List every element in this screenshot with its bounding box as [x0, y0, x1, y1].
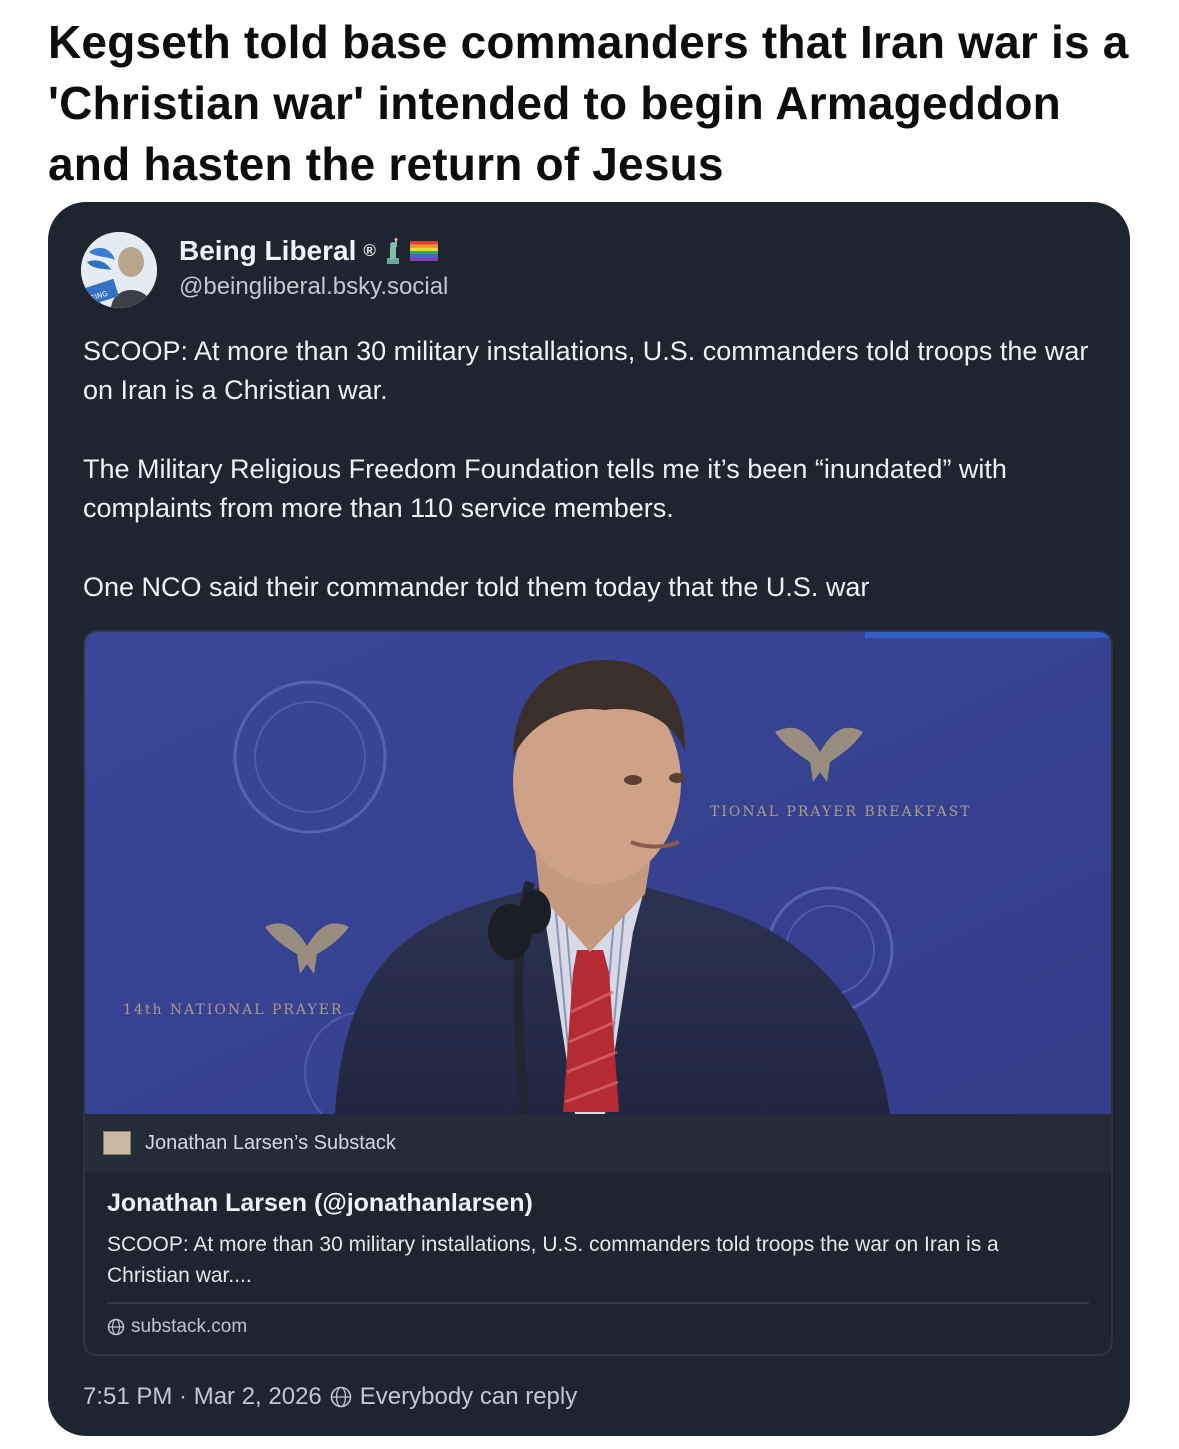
source-name: Jonathan Larsen’s Substack	[145, 1131, 396, 1154]
author-name[interactable]: Being Liberal	[179, 232, 356, 270]
link-preview-card[interactable]: 14th NATIONAL PRAYER TIONAL PRAYER BREAK…	[83, 630, 1113, 1356]
statue-of-liberty-icon	[383, 238, 403, 264]
post-paragraph: One NCO said their commander told them t…	[83, 572, 870, 602]
headline: Kegseth told base commanders that Iran w…	[48, 16, 1129, 190]
link-domain[interactable]: substack.com	[107, 1316, 247, 1338]
post-author[interactable]: Being Liberal ® @beingliberal.bsky.socia…	[179, 232, 448, 304]
link-description: SCOOP: At more than 30 military installa…	[107, 1233, 999, 1287]
link-title[interactable]: Jonathan Larsen (@jonathanlarsen)	[107, 1189, 533, 1218]
link-domain-text: substack.com	[131, 1316, 248, 1337]
post-text: SCOOP: At more than 30 military installa…	[83, 332, 1093, 647]
post-paragraph: The Military Religious Freedom Foundatio…	[83, 454, 1007, 523]
post-paragraph: SCOOP: At more than 30 military installa…	[83, 336, 1089, 405]
backdrop-text-right: TIONAL PRAYER BREAKFAST	[710, 804, 972, 820]
link-preview-image[interactable]: 14th NATIONAL PRAYER TIONAL PRAYER BREAK…	[85, 632, 1111, 1114]
registered-mark: ®	[363, 241, 376, 260]
backdrop-text-left: 14th NATIONAL PRAYER	[123, 1002, 343, 1018]
post-timestamp[interactable]: 7:51 PM · Mar 2, 2026	[83, 1383, 322, 1411]
post-card[interactable]: BEING Being Liberal ® @beingliberal.bsky…	[48, 202, 1130, 1436]
globe-icon	[107, 1318, 125, 1336]
divider	[107, 1302, 1089, 1304]
rainbow-flag-icon	[409, 241, 438, 261]
author-handle[interactable]: @beingliberal.bsky.social	[179, 270, 448, 304]
link-source-bar[interactable]: Jonathan Larsen’s Substack	[85, 1114, 1111, 1172]
globe-icon	[330, 1386, 352, 1408]
substack-author-avatar-icon	[103, 1131, 131, 1155]
reply-setting: Everybody can reply	[359, 1383, 578, 1410]
post-meta: 7:51 PM · Mar 2, 2026 Everybody can repl…	[83, 1383, 577, 1411]
avatar[interactable]: BEING	[81, 232, 157, 308]
